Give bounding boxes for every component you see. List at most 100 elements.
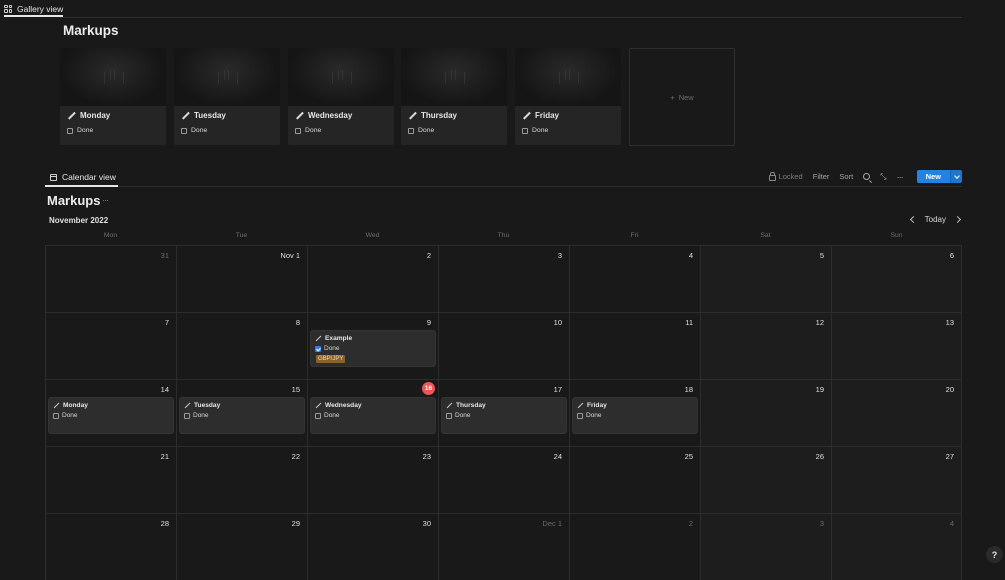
sort-button[interactable]: Sort: [839, 172, 853, 181]
event-card-monday[interactable]: Monday Done: [49, 398, 173, 433]
calendar-day-cell[interactable]: 4: [831, 513, 962, 580]
calendar-day-cell[interactable]: 25: [569, 446, 700, 513]
chevron-left-icon[interactable]: [909, 215, 917, 224]
day-number: 17: [553, 385, 562, 394]
calendar-day-cell[interactable]: Dec 1: [438, 513, 569, 580]
calendar-day-cell[interactable]: 17 Thursday Done: [438, 379, 569, 446]
done-checkbox[interactable]: [53, 412, 59, 419]
filter-button[interactable]: Filter: [813, 172, 830, 181]
gallery-card-tuesday[interactable]: Tuesday Done: [174, 48, 280, 145]
event-card-wednesday[interactable]: Wednesday Done: [311, 398, 435, 433]
calendar-day-cell[interactable]: 26: [700, 446, 831, 513]
calendar-day-cell[interactable]: 31: [45, 245, 176, 312]
day-number: 28: [160, 519, 169, 528]
done-checkbox[interactable]: [315, 412, 321, 419]
done-checkbox[interactable]: [184, 412, 190, 419]
calendar-day-cell[interactable]: 2: [569, 513, 700, 580]
calendar-day-cell[interactable]: 10: [438, 312, 569, 379]
calendar-day-cell[interactable]: 12: [700, 312, 831, 379]
pencil-icon: [182, 112, 190, 120]
calendar-day-cell[interactable]: 27: [831, 446, 962, 513]
tab-calendar-view[interactable]: Calendar view: [45, 170, 118, 187]
calendar-day-cell[interactable]: 30: [307, 513, 438, 580]
calendar-day-cell[interactable]: 24: [438, 446, 569, 513]
day-number: 20: [945, 385, 954, 394]
expand-icon[interactable]: ⤡: [880, 172, 886, 182]
day-number: 10: [553, 318, 562, 327]
calendar-day-cell[interactable]: 20: [831, 379, 962, 446]
pencil-icon: [316, 403, 322, 409]
help-button[interactable]: ?: [986, 546, 1003, 563]
tab-gallery-view[interactable]: Gallery view: [4, 2, 64, 17]
calendar-day-cell-today[interactable]: 16 Wednesday Done: [307, 379, 438, 446]
done-checkbox[interactable]: [181, 127, 187, 134]
calendar-day-cell[interactable]: 14 Monday Done: [45, 379, 176, 446]
done-checkbox-checked[interactable]: [315, 345, 321, 352]
pencil-icon: [68, 112, 76, 120]
done-checkbox[interactable]: [67, 127, 73, 134]
calendar-day-cell[interactable]: 5: [700, 245, 831, 312]
calendar-day-cell[interactable]: 3: [700, 513, 831, 580]
weekday-label: Tue: [235, 232, 248, 239]
day-number: 30: [422, 519, 431, 528]
calendar-icon: [50, 173, 57, 181]
calendar-day-cell[interactable]: 4: [569, 245, 700, 312]
chevron-right-icon[interactable]: [953, 215, 962, 224]
calendar-day-cell[interactable]: 3: [438, 245, 569, 312]
done-label: Done: [418, 127, 435, 134]
today-button[interactable]: Today: [925, 215, 946, 224]
calendar-day-cell[interactable]: 6: [831, 245, 962, 312]
done-checkbox[interactable]: [446, 412, 452, 419]
title-more-icon[interactable]: ···: [102, 195, 109, 205]
day-number: 18: [684, 385, 693, 394]
day-number: 31: [160, 251, 169, 260]
calendar-week: 7 8 9 Example Done GBP/JPY 10 11 12 13: [45, 312, 962, 379]
done-checkbox[interactable]: [522, 127, 528, 134]
calendar-day-cell[interactable]: 11: [569, 312, 700, 379]
new-dropdown-button[interactable]: [950, 170, 962, 183]
done-label: Done: [324, 345, 340, 352]
more-options-icon[interactable]: ···: [897, 172, 904, 182]
calendar-day-cell[interactable]: 2: [307, 245, 438, 312]
gallery-card-monday[interactable]: Monday Done: [60, 48, 166, 145]
gallery-card-friday[interactable]: Friday Done: [515, 48, 621, 145]
weekday-label: Wed: [365, 232, 380, 239]
calendar-day-cell[interactable]: 19: [700, 379, 831, 446]
done-checkbox[interactable]: [577, 412, 583, 419]
calendar-day-cell[interactable]: 21: [45, 446, 176, 513]
weekday-label: Sat: [760, 232, 771, 239]
calendar-day-cell[interactable]: 29: [176, 513, 307, 580]
calendar-day-cell[interactable]: 28: [45, 513, 176, 580]
event-card-thursday[interactable]: Thursday Done: [442, 398, 566, 433]
calendar-week: 31 Nov 1 2 3 4 5 6: [45, 245, 962, 312]
calendar-day-cell[interactable]: 18 Friday Done: [569, 379, 700, 446]
day-number: 8: [295, 318, 300, 327]
calendar-day-cell[interactable]: 22: [176, 446, 307, 513]
new-button[interactable]: New: [916, 170, 950, 183]
gallery-new-card-button[interactable]: + New: [629, 48, 735, 146]
weekday-label: Thu: [497, 232, 510, 239]
calendar-day-cell[interactable]: 8: [176, 312, 307, 379]
search-icon[interactable]: [863, 173, 871, 180]
calendar-day-cell[interactable]: 7: [45, 312, 176, 379]
event-card-friday[interactable]: Friday Done: [573, 398, 697, 433]
gallery-card-thursday[interactable]: Thursday Done: [401, 48, 507, 145]
locked-indicator[interactable]: Locked: [768, 172, 803, 181]
day-number: 27: [945, 452, 954, 461]
done-checkbox[interactable]: [408, 127, 414, 134]
done-checkbox[interactable]: [295, 127, 301, 134]
event-card-tuesday[interactable]: Tuesday Done: [180, 398, 304, 433]
new-card-label: New: [678, 92, 694, 102]
calendar-day-cell[interactable]: 13: [831, 312, 962, 379]
card-cover-image: [401, 48, 507, 106]
plus-icon: +: [670, 92, 675, 102]
done-label: Done: [324, 412, 340, 419]
event-card-example[interactable]: Example Done GBP/JPY: [311, 331, 435, 366]
active-tab-indicator: [45, 185, 118, 187]
calendar-day-cell[interactable]: 15 Tuesday Done: [176, 379, 307, 446]
gallery-card-wednesday[interactable]: Wednesday Done: [288, 48, 394, 145]
calendar-day-cell[interactable]: 9 Example Done GBP/JPY: [307, 312, 438, 379]
calendar-day-cell[interactable]: Nov 1: [176, 245, 307, 312]
weekday-header: Mon Tue Wed Thu Fri Sat Sun: [45, 232, 962, 239]
calendar-day-cell[interactable]: 23: [307, 446, 438, 513]
